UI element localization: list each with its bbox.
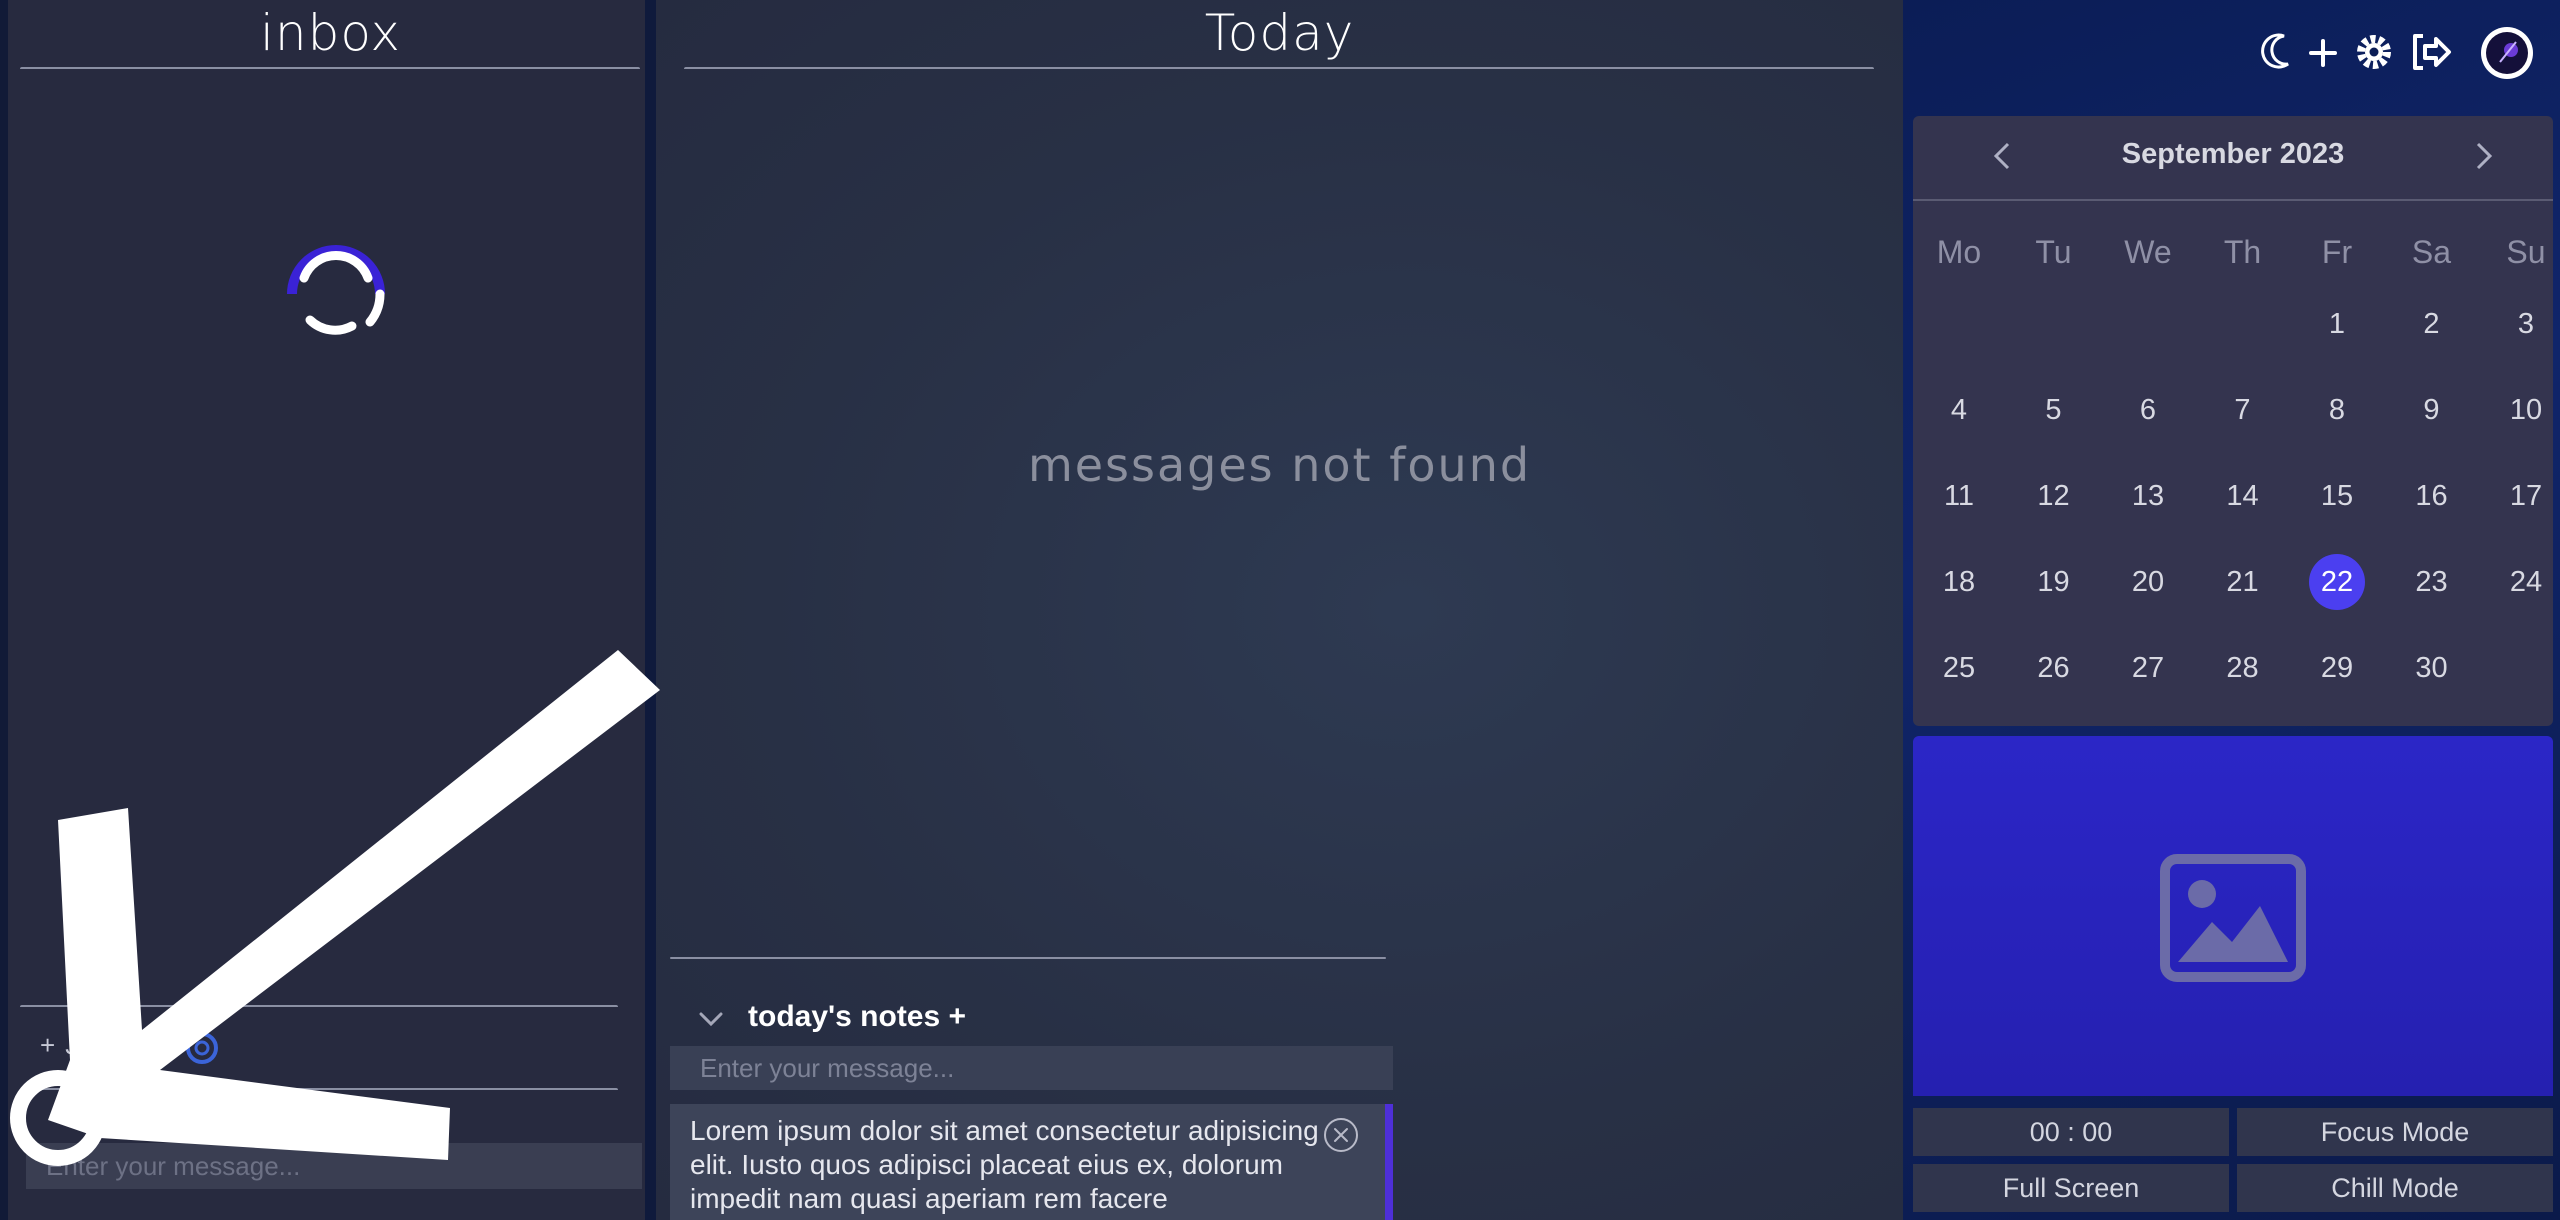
calendar-day-5[interactable]: 5 [2026,382,2082,438]
full-screen-button[interactable]: Full Screen [1913,1164,2229,1212]
calendar-divider [1913,199,2553,201]
calendar-day-10[interactable]: 10 [2498,382,2554,438]
avatar[interactable] [2478,24,2536,82]
calendar-day-2[interactable]: 2 [2404,296,2460,352]
calendar-day-24[interactable]: 24 [2498,554,2554,610]
calendar-day-11[interactable]: 11 [1931,468,1987,524]
moon-icon[interactable] [2260,24,2296,80]
calendar-day-8[interactable]: 8 [2309,382,2365,438]
empty-state-message: messages not found [1027,438,1532,492]
calendar-day-13[interactable]: 13 [2120,468,2176,524]
plus-icon[interactable] [2308,24,2338,80]
chevron-right-icon[interactable] [2463,136,2503,176]
weekday-label-th: Th [2223,234,2262,270]
today-panel: Today messages not found today's notes +… [656,0,1903,1220]
image-panel[interactable] [1913,736,2553,1096]
weekday-label-mo: Mo [1936,234,1982,270]
backlog-label: backlog [100,1098,214,1131]
calendar-day-18[interactable]: 18 [1931,554,1987,610]
calendar-header: September 2023 [1913,116,2553,200]
chevron-down-icon[interactable] [54,1100,84,1130]
inbox-list-bottom-divider [20,1005,618,1007]
todays-notes-title[interactable]: today's notes + [748,1000,966,1034]
notes-divider [670,957,1386,959]
weekday-label-tu: Tu [2035,234,2072,270]
inbox-message-input[interactable] [26,1143,642,1189]
today-title: Today [1204,4,1355,62]
calendar-day-21[interactable]: 21 [2215,554,2271,610]
add-task-button[interactable]: + Jesk [40,1030,119,1061]
inbox-top-divider [20,67,640,69]
calendar-day-23[interactable]: 23 [2404,554,2460,610]
right-panel: September 2023 Mo Tu We Th Fr Sa Su 1 2 3 4 5 6 7 8 9 10… [1903,0,2560,1220]
note-card[interactable]: Lorem ipsum dolor sit amet consectetur a… [670,1104,1393,1220]
loading-spinner-icon [287,245,385,335]
calendar-day-19[interactable]: 19 [2026,554,2082,610]
calendar-day-22[interactable]: 22 [2309,554,2365,610]
calendar-day-3[interactable]: 3 [2498,296,2554,352]
calendar-day-12[interactable]: 12 [2026,468,2082,524]
calendar-day-26[interactable]: 26 [2026,640,2082,696]
calendar-day-25[interactable]: 25 [1931,640,1987,696]
gear-icon[interactable] [2351,24,2397,80]
calendar-day-17[interactable]: 17 [2498,468,2554,524]
backlog-toggle[interactable]: backlog [24,1090,624,1136]
calendar-day-1[interactable]: 1 [2309,296,2365,352]
calendar-day-9[interactable]: 9 [2404,382,2460,438]
calendar-day-4[interactable]: 4 [1931,382,1987,438]
inbox-title: inbox [260,4,401,62]
calendar-day-20[interactable]: 20 [2120,554,2176,610]
timer-display[interactable]: 00 : 00 [1913,1108,2229,1156]
note-text: Lorem ipsum dolor sit amet consectetur a… [690,1115,1319,1214]
logout-icon[interactable] [2409,24,2453,80]
plus-icon: + [40,1030,56,1060]
calendar-day-7[interactable]: 7 [2215,382,2271,438]
inbox-panel: inbox + Jesk backlog [0,0,645,1220]
calendar-day-30[interactable]: 30 [2404,640,2460,696]
weekday-label-su: Su [2506,234,2546,270]
weekday-label-we: We [2124,234,2172,270]
calendar-day-29[interactable]: 29 [2309,640,2365,696]
notes-message-input[interactable] [670,1046,1393,1090]
column-separator [645,0,656,1220]
focus-mode-button[interactable]: Focus Mode [2237,1108,2553,1156]
calendar: September 2023 Mo Tu We Th Fr Sa Su 1 2 3 4 5 6 7 8 9 10… [1913,116,2553,726]
today-top-divider [684,67,1874,69]
calendar-day-16[interactable]: 16 [2404,468,2460,524]
target-icon[interactable] [184,1030,220,1066]
weekday-label-sa: Sa [2411,234,2452,270]
calendar-day-15[interactable]: 15 [2309,468,2365,524]
weekday-label-fr: Fr [2321,234,2353,270]
calendar-day-6[interactable]: 6 [2120,382,2176,438]
calendar-day-28[interactable]: 28 [2215,640,2271,696]
close-icon[interactable] [1322,1116,1360,1154]
image-placeholder-icon [2160,854,2306,982]
calendar-month-label: September 2023 [2121,138,2345,170]
calendar-day-27[interactable]: 27 [2120,640,2176,696]
chevron-down-icon[interactable] [696,1004,726,1034]
calendar-day-14[interactable]: 14 [2215,468,2271,524]
chill-mode-button[interactable]: Chill Mode [2237,1164,2553,1212]
add-task-label: Jesk [65,1030,119,1060]
